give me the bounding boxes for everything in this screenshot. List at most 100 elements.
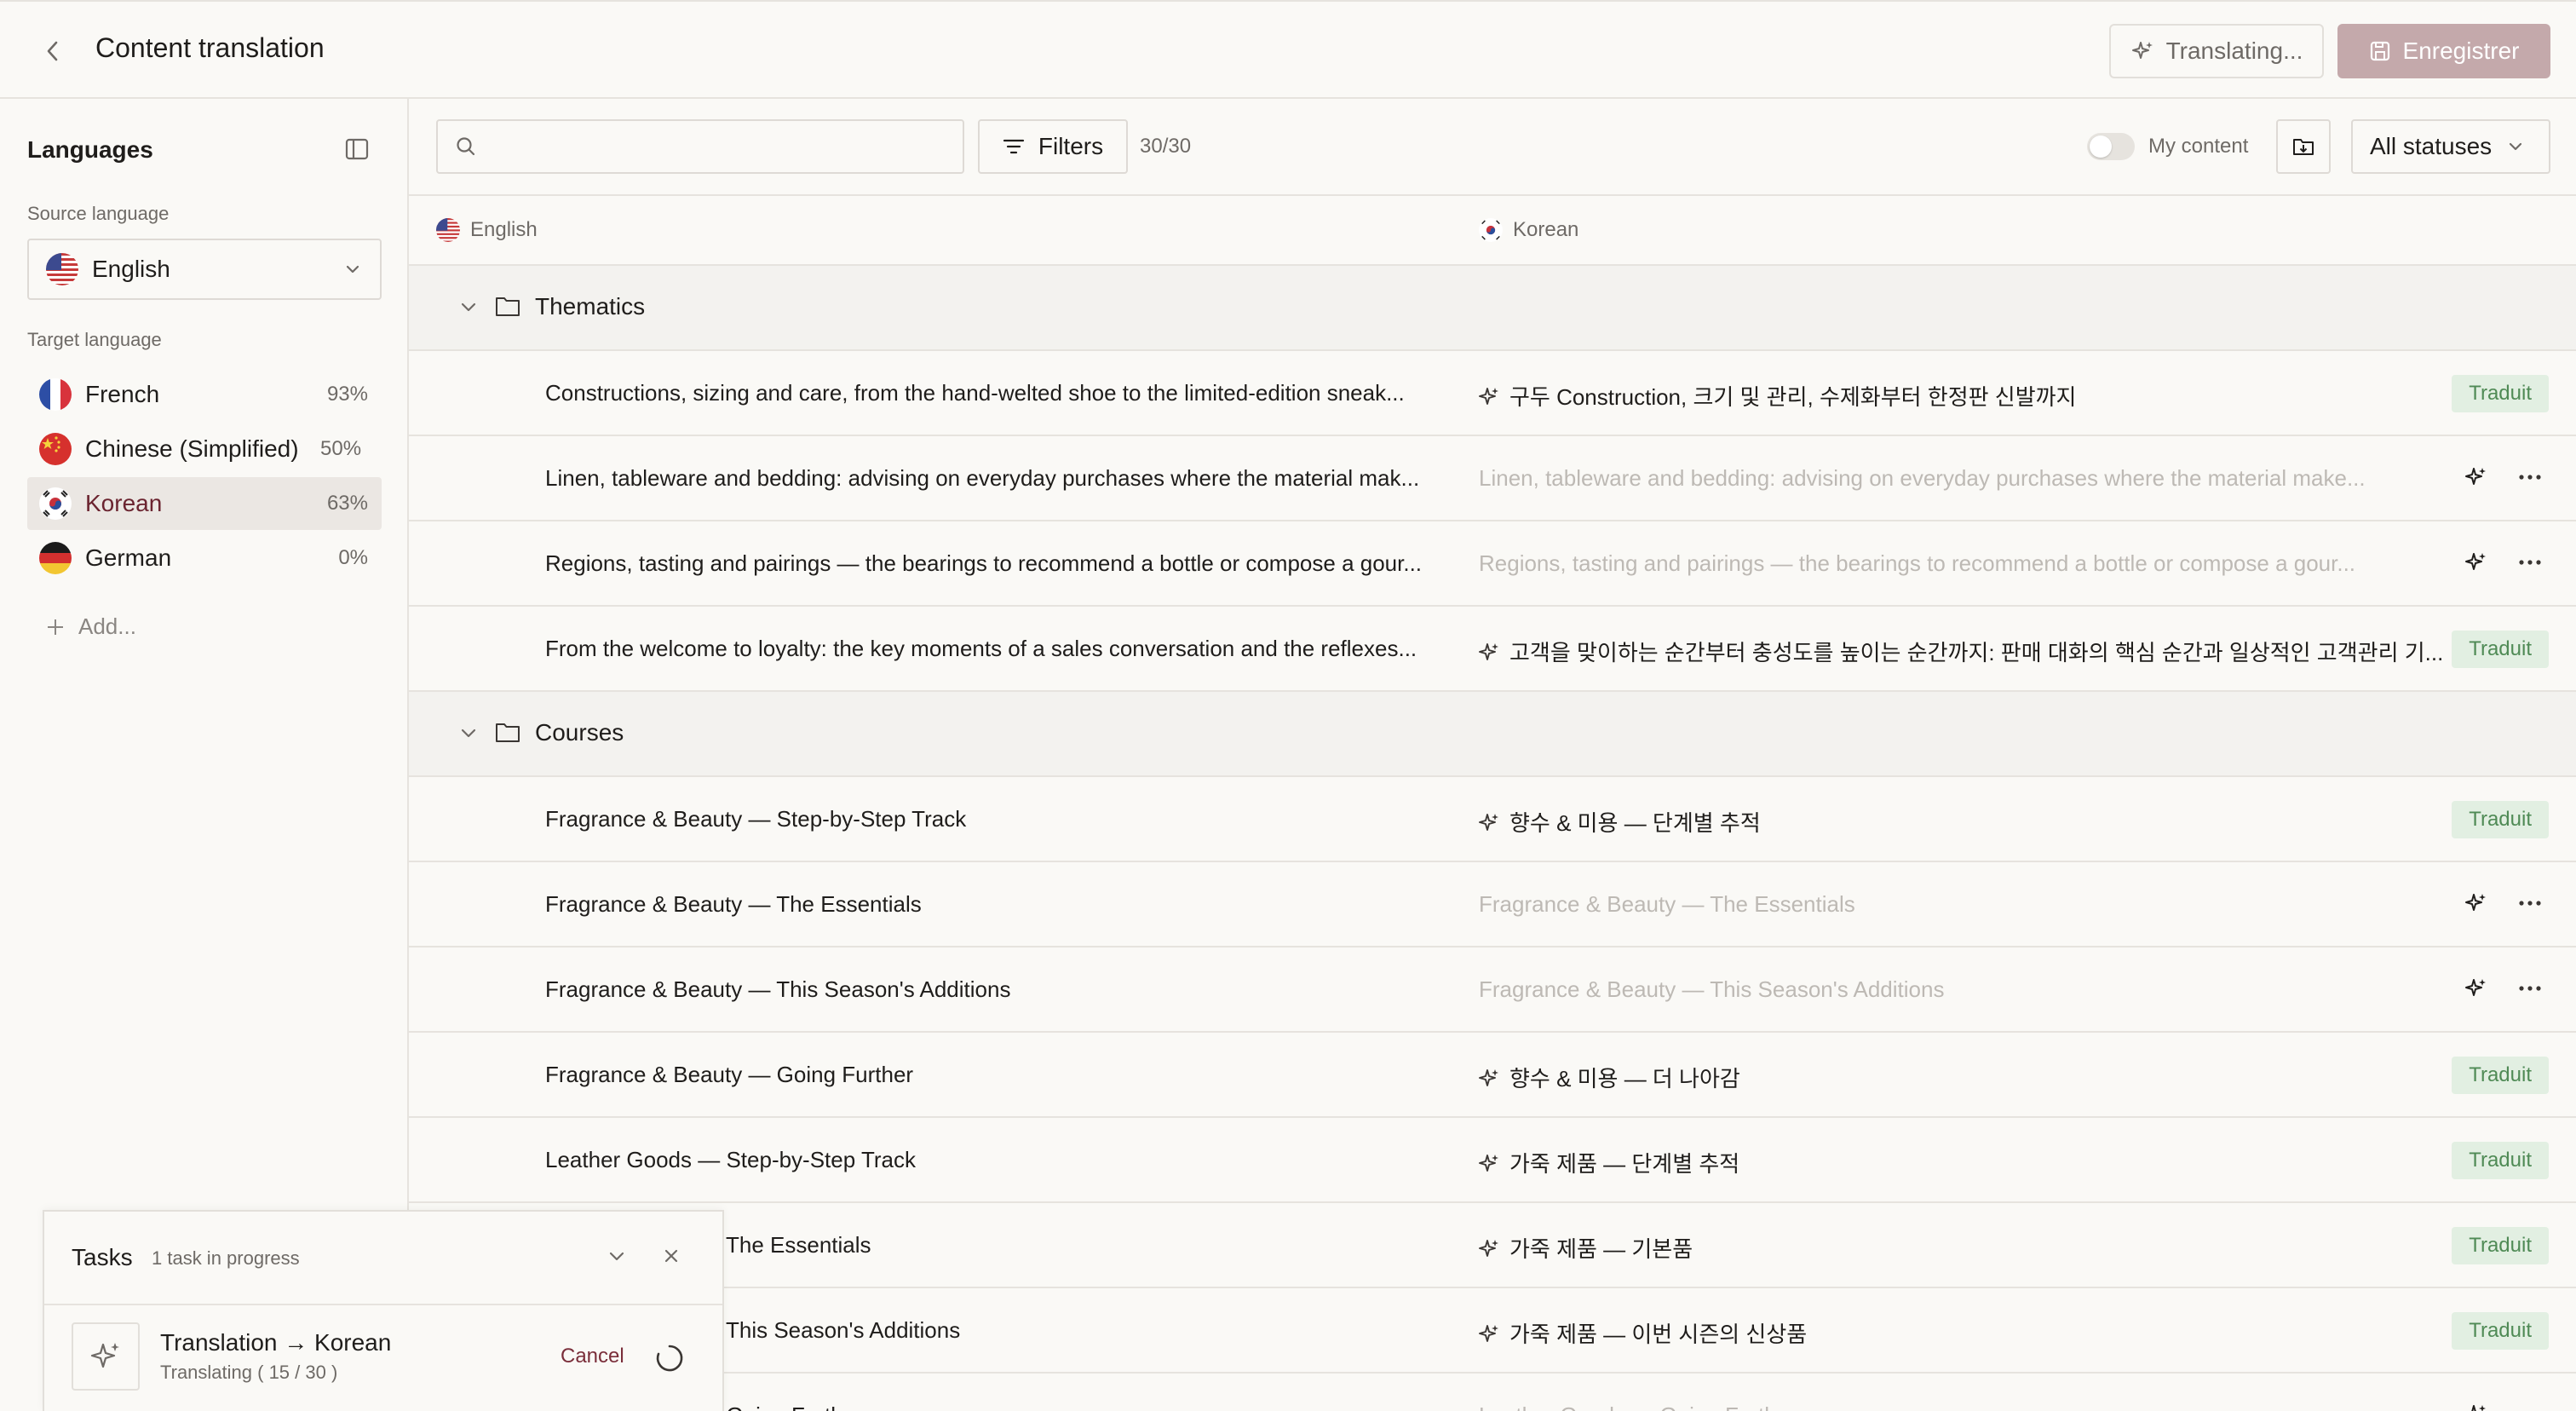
us-flag-icon (46, 253, 78, 285)
group-row[interactable]: Courses (409, 692, 2576, 777)
magic-translate-icon[interactable] (2464, 465, 2487, 489)
table-row[interactable]: Fragrance & Beauty — The Essentials Fragr… (409, 862, 2576, 947)
my-content-toggle[interactable] (2087, 133, 2135, 160)
table-row[interactable]: Leather Goods — The Essentials가죽 제품 — 기본… (409, 1203, 2576, 1288)
target-placeholder-text: Fragrance & Beauty — The Essentials (1479, 891, 1855, 917)
source-column-label: English (470, 218, 538, 241)
magic-translate-icon[interactable] (2464, 550, 2487, 574)
plus-icon (48, 619, 63, 635)
target-cell: 향수 & 미용 — 단계별 추적 (1479, 806, 2576, 838)
target-cell: 고객을 맞이하는 순간부터 충성도를 높이는 순간까지: 판매 대화의 핵심 순… (1479, 636, 2576, 667)
task-cancel-button[interactable]: Cancel (561, 1345, 624, 1368)
more-options-icon[interactable] (2518, 900, 2542, 907)
table-row[interactable]: Fragrance & Beauty — Step-by-Step Track 향… (409, 777, 2576, 862)
status-badge: Traduit (2452, 1057, 2549, 1094)
top-bar: Content translation Translating... Enreg… (0, 0, 2576, 99)
target-cell[interactable]: Leather Goods — Going Further (1479, 1402, 2576, 1411)
source-column-header: English (436, 218, 538, 242)
tasks-close-button[interactable] (661, 1246, 681, 1266)
ai-sparkle-icon (1479, 1153, 1499, 1173)
add-language-button[interactable]: Add... (46, 613, 136, 640)
chevron-down-icon (2510, 142, 2522, 151)
ai-sparkle-icon (1479, 1068, 1499, 1088)
ai-sparkle-icon (1479, 1323, 1499, 1344)
cn-flag-icon (39, 433, 72, 465)
table-row[interactable]: Leather Goods — Step-by-Step Track 가죽 제품 … (409, 1118, 2576, 1203)
row-actions (2464, 465, 2542, 489)
chevron-down-icon[interactable] (458, 297, 479, 317)
chevron-down-icon (346, 265, 359, 274)
add-language-label: Add... (78, 613, 136, 639)
row-actions (2464, 1402, 2542, 1411)
table-header: English Korean (409, 194, 2576, 266)
magic-translate-icon[interactable] (2464, 976, 2487, 1000)
export-folder-button[interactable] (2276, 119, 2331, 174)
more-options-icon[interactable] (2518, 985, 2542, 992)
status-filter-value: All statuses (2370, 133, 2493, 159)
folder-download-icon (2293, 139, 2314, 155)
save-button[interactable]: Enregistrer (2337, 24, 2550, 78)
back-button[interactable] (39, 37, 66, 65)
sidebar-title: Languages (27, 136, 153, 163)
table-row[interactable]: Regions, tasting and pairings — the bear… (409, 521, 2576, 607)
tasks-subtitle: 1 task in progress (152, 1247, 300, 1269)
table-row[interactable]: Leather Goods — Going FurtherLeather Goo… (409, 1374, 2576, 1411)
tasks-collapse-button[interactable] (607, 1246, 627, 1266)
more-options-icon[interactable] (2518, 559, 2542, 566)
translating-button[interactable]: Translating... (2109, 24, 2324, 78)
target-language-chinese[interactable]: Chinese (Simplified) 50% (27, 423, 382, 475)
sidebar-toggle-button[interactable] (344, 136, 370, 162)
language-progress: 93% (326, 383, 368, 406)
result-count: 30/30 (1140, 135, 1192, 158)
search-input[interactable] (491, 133, 951, 160)
more-options-icon[interactable] (2518, 474, 2542, 481)
sidebar-panel-icon (345, 138, 369, 160)
target-cell[interactable]: Regions, tasting and pairings — the bear… (1479, 550, 2576, 577)
status-badge: Traduit (2452, 375, 2549, 412)
ai-sparkle-icon (1479, 386, 1499, 406)
magic-translate-icon[interactable] (2464, 891, 2487, 915)
target-language-label: Target language (27, 329, 162, 350)
table-row[interactable]: Fragrance & Beauty — Going Further 향수 & 미… (409, 1033, 2576, 1118)
tasks-title: Tasks (72, 1244, 133, 1270)
language-name: German (85, 544, 172, 571)
language-name: Chinese (Simplified) (85, 435, 299, 462)
ai-sparkle-icon (1479, 642, 1499, 662)
table-row[interactable]: From the welcome to loyalty: the key mom… (409, 607, 2576, 692)
target-text: 가죽 제품 — 이번 시즌의 신상품 (1509, 1322, 1808, 1347)
status-badge: Traduit (2452, 1227, 2549, 1264)
status-filter-select[interactable]: All statuses (2351, 119, 2550, 174)
chevron-down-icon[interactable] (458, 723, 479, 743)
group-label: Thematics (535, 293, 646, 320)
target-cell: 가죽 제품 — 이번 시즌의 신상품 (1479, 1317, 2576, 1349)
table-row[interactable]: Fragrance & Beauty — This Season's Addit… (409, 947, 2576, 1033)
target-cell[interactable]: Fragrance & Beauty — This Season's Addit… (1479, 976, 2576, 1003)
fr-flag-icon (39, 378, 72, 411)
translating-label: Translating... (2165, 37, 2303, 64)
target-language-german[interactable]: German 0% (27, 532, 382, 585)
source-language-value: English (92, 256, 170, 282)
source-language-select[interactable]: English (27, 239, 382, 300)
target-language-korean[interactable]: Korean 63% (27, 477, 382, 530)
folder-icon (494, 719, 521, 745)
task-type-icon (72, 1322, 140, 1391)
target-placeholder-text: Fragrance & Beauty — This Season's Addit… (1479, 976, 1945, 1002)
task-name: Translation → Korean (160, 1329, 392, 1356)
target-column-header: Korean (1479, 218, 1578, 242)
target-cell[interactable]: Linen, tableware and bedding: advising o… (1479, 465, 2576, 492)
page-title: Content translation (95, 32, 325, 63)
row-actions (2464, 891, 2542, 915)
target-language-french[interactable]: French 93% (27, 368, 382, 421)
group-row[interactable]: Thematics (409, 266, 2576, 351)
task-progress: Translating ( 15 / 30 ) (160, 1362, 338, 1383)
target-text: 고객을 맞이하는 순간부터 충성도를 높이는 순간까지: 판매 대화의 핵심 순… (1509, 640, 2444, 665)
magic-translate-icon[interactable] (2464, 1402, 2487, 1411)
table-row[interactable]: Leather Goods — This Season's Additions 가… (409, 1288, 2576, 1374)
save-label: Enregistrer (2402, 37, 2520, 64)
filters-button[interactable]: Filters (978, 119, 1128, 174)
target-cell[interactable]: Fragrance & Beauty — The Essentials (1479, 891, 2576, 918)
table-row[interactable]: Constructions, sizing and care, from the… (409, 351, 2576, 436)
table-row[interactable]: Linen, tableware and bedding: advising o… (409, 436, 2576, 521)
search-box[interactable] (436, 119, 964, 174)
target-placeholder-text: Leather Goods — Going Further (1479, 1402, 1797, 1411)
